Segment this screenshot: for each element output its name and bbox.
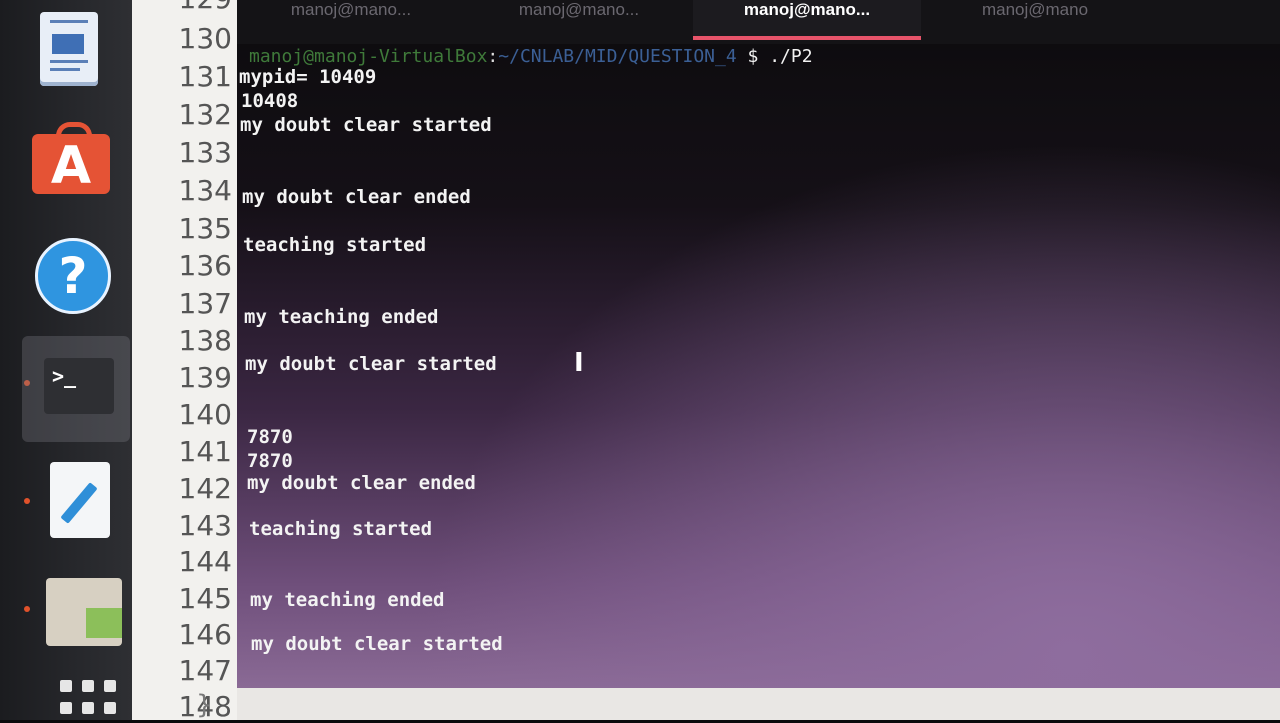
output-line: my teaching ended <box>244 306 439 328</box>
line-number: 142 <box>178 472 232 505</box>
editor-gutter: 129 130 131 132 133 134 135 136 137 138 … <box>132 0 240 723</box>
files-icon[interactable] <box>46 578 122 646</box>
output-line: my doubt clear started <box>251 633 503 655</box>
line-number: 143 <box>178 509 232 542</box>
terminal-tab[interactable]: manoj@mano <box>921 0 1149 40</box>
help-glyph: ? <box>58 247 88 305</box>
line-number: 140 <box>178 398 232 431</box>
help-icon[interactable]: ? <box>35 238 111 314</box>
prompt-separator: : <box>487 46 499 67</box>
output-line: teaching started <box>243 234 427 256</box>
closing-brace: } <box>196 690 213 720</box>
store-glyph: A <box>50 136 92 196</box>
line-number: 134 <box>178 174 232 207</box>
running-indicator <box>24 606 30 612</box>
prompt-user-host: manoj@manoj-VirtualBox <box>249 46 488 67</box>
line-number: 146 <box>178 618 232 651</box>
line-number: 144 <box>178 545 232 578</box>
software-store-icon[interactable]: A <box>32 122 110 196</box>
prompt-command: $ ./P2 <box>747 46 813 67</box>
output-line: 7870 <box>247 450 293 472</box>
show-applications-icon[interactable] <box>60 680 120 716</box>
line-number: 129 <box>142 0 232 15</box>
line-number: 147 <box>178 654 232 687</box>
shell-prompt: manoj@manoj-VirtualBox:~/CNLAB/MID/QUEST… <box>249 46 813 67</box>
writer-icon[interactable] <box>40 12 98 86</box>
terminal-tab[interactable]: manoj@mano... <box>465 0 693 40</box>
text-editor-icon[interactable] <box>50 462 110 538</box>
terminal-icon[interactable]: >_ <box>44 358 114 414</box>
line-number: 130 <box>178 22 232 55</box>
output-line: my doubt clear started <box>245 353 497 375</box>
output-line: mypid= 10409 <box>239 66 377 88</box>
output-line: my teaching ended <box>250 589 445 611</box>
launcher-dock: A ? >_ <box>0 0 132 720</box>
prompt-path: ~/CNLAB/MID/QUESTION_4 <box>498 46 737 67</box>
pencil-icon <box>60 482 98 524</box>
terminal-tab[interactable]: manoj@mano... <box>237 0 465 40</box>
line-number: 132 <box>178 98 232 131</box>
line-number: 138 <box>178 324 232 357</box>
line-number: 137 <box>178 287 232 320</box>
line-number: 133 <box>178 136 232 169</box>
output-line: 10408 <box>241 90 299 112</box>
window-bottom-edge <box>237 688 1280 720</box>
line-number: 141 <box>178 435 232 468</box>
output-line: teaching started <box>249 518 433 540</box>
running-indicator <box>24 498 30 504</box>
output-line: my doubt clear ended <box>242 186 471 208</box>
terminal-tab-active[interactable]: manoj@mano... <box>693 0 921 40</box>
line-number: 136 <box>178 249 232 282</box>
line-number: 145 <box>178 582 232 615</box>
text-cursor-icon: I <box>574 348 584 378</box>
output-line: my doubt clear started <box>240 114 492 136</box>
line-number: 131 <box>178 60 232 93</box>
terminal-glyph: >_ <box>52 364 77 388</box>
line-number: 148 <box>178 690 232 723</box>
output-line: 7870 <box>247 426 293 448</box>
line-number: 135 <box>178 212 232 245</box>
terminal-tab-bar: manoj@mano... manoj@mano... manoj@mano..… <box>237 0 1280 44</box>
line-number: 139 <box>178 361 232 394</box>
terminal-window[interactable]: manoj@mano... manoj@mano... manoj@mano..… <box>237 0 1280 688</box>
output-line: my doubt clear ended <box>247 472 476 494</box>
